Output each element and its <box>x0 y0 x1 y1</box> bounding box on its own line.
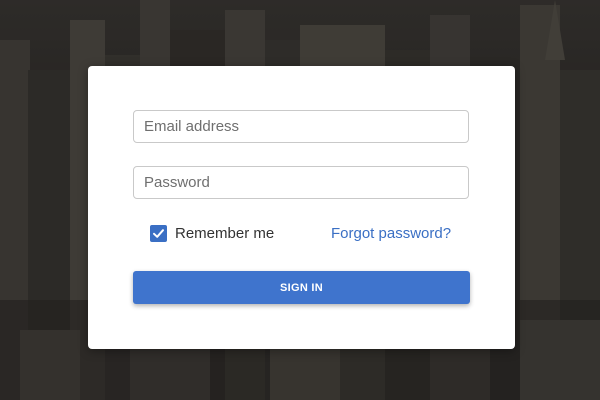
login-card: Remember me Forgot password? SIGN IN <box>88 66 515 349</box>
remember-me-checkbox[interactable]: Remember me <box>150 224 274 243</box>
remember-me-label: Remember me <box>175 225 275 242</box>
sign-in-button[interactable]: SIGN IN <box>133 271 470 304</box>
password-input[interactable] <box>133 166 469 199</box>
forgot-password-link[interactable]: Forgot password? <box>331 225 451 242</box>
check-icon[interactable] <box>150 225 167 242</box>
email-input[interactable] <box>133 110 469 143</box>
